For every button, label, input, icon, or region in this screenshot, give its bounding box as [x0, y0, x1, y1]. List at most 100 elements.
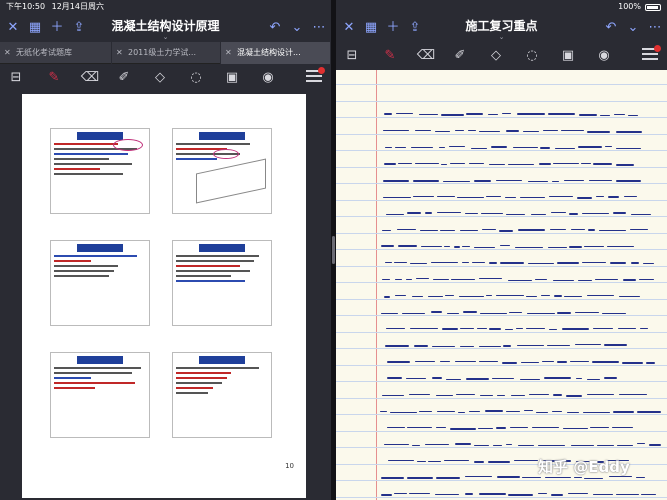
handwriting-stroke [478, 493, 507, 495]
shapes-icon[interactable]: ◇ [486, 46, 506, 66]
close-icon[interactable]: ✕ [4, 42, 11, 64]
handwriting-stroke [523, 131, 539, 133]
split-drag-handle[interactable] [332, 236, 335, 264]
handwriting-stroke [478, 360, 499, 363]
menu-icon[interactable] [642, 45, 661, 62]
handwriting-stroke [457, 411, 465, 413]
image-icon[interactable]: ▣ [558, 46, 578, 66]
menu-icon[interactable] [306, 67, 325, 84]
handwriting-stroke [468, 411, 480, 413]
handwriting-stroke [645, 362, 655, 364]
handwriting-stroke [505, 443, 513, 445]
handwriting-stroke [542, 360, 555, 363]
handwriting-stroke [593, 163, 613, 165]
handwriting-stroke [612, 426, 634, 429]
handwriting-stroke [495, 180, 523, 182]
reading-mode-icon[interactable]: ⊟ [342, 46, 362, 66]
pen-icon[interactable]: ✎ [44, 68, 64, 88]
image-icon[interactable]: ▣ [222, 68, 242, 88]
slide-title-bar [199, 132, 245, 140]
handwriting-stroke [427, 460, 442, 463]
handwriting-stroke [615, 164, 634, 166]
eraser-icon[interactable]: ⌫ [80, 68, 100, 88]
handwriting-stroke [473, 180, 491, 182]
camera-icon[interactable]: ◉ [258, 68, 278, 88]
handwriting-stroke [505, 213, 526, 216]
highlighter-icon[interactable]: ✐ [450, 46, 470, 66]
handwriting-stroke [604, 146, 613, 148]
handwriting-stroke [615, 131, 642, 133]
handwriting-stroke [557, 312, 572, 314]
ruled-line [336, 117, 667, 118]
handwriting-stroke [431, 311, 443, 313]
handwriting-stroke [545, 476, 571, 479]
ruled-line [336, 199, 667, 201]
handwriting-stroke [586, 131, 610, 133]
highlighter-icon[interactable]: ✐ [114, 68, 134, 88]
handwriting-stroke [552, 394, 563, 396]
handwriting-stroke [517, 444, 535, 446]
left-toolbar: ⊟ ✎ ⌫ ✐ ◇ ◌ ▣ ◉ [0, 64, 331, 92]
undo-icon[interactable]: ↶ [602, 19, 620, 37]
handwriting-stroke [380, 410, 387, 413]
handwriting-stroke [540, 147, 550, 149]
handwriting-stroke [553, 295, 562, 297]
handwriting-stroke [592, 327, 613, 330]
handwriting-stroke [414, 129, 432, 132]
lasso-icon[interactable]: ◌ [186, 68, 206, 88]
handwriting-stroke [381, 477, 404, 479]
camera-icon[interactable]: ◉ [594, 46, 614, 66]
handwriting-stroke [436, 212, 462, 214]
shapes-icon[interactable]: ◇ [150, 68, 170, 88]
ruled-line [336, 232, 667, 234]
handwriting-stroke [586, 378, 601, 381]
ruled-line [336, 133, 667, 135]
ruled-line [336, 298, 667, 300]
chevron-down-icon[interactable]: ⌄ [288, 19, 306, 37]
handwritten-notes-page[interactable]: 知乎 @Eddy [336, 70, 667, 500]
handwriting-stroke [496, 427, 506, 429]
reading-mode-icon[interactable]: ⊟ [6, 68, 26, 88]
tab-exam-bank[interactable]: ✕ 无纸化考试题库 [0, 42, 112, 64]
handwriting-stroke [496, 395, 505, 397]
lasso-icon[interactable]: ◌ [522, 46, 542, 66]
pen-icon[interactable]: ✎ [380, 46, 400, 66]
ellipsis-icon[interactable]: ⋯ [310, 19, 328, 37]
handwriting-stroke [380, 494, 392, 496]
handwriting-stroke [459, 229, 478, 231]
pdf-page[interactable]: 10 [22, 94, 306, 498]
chevron-down-icon[interactable]: ⌄ [624, 19, 642, 37]
handwriting-stroke [548, 328, 557, 330]
handwriting-stroke [508, 279, 532, 282]
ruled-line [336, 166, 667, 168]
slide-thumbnail [172, 128, 272, 214]
tab-concrete-design[interactable]: ✕ 混凝土结构设计... [221, 42, 331, 64]
handwriting-stroke [550, 228, 566, 230]
close-icon[interactable]: ✕ [116, 42, 123, 64]
handwriting-stroke [505, 196, 517, 199]
tab-soil-mechanics[interactable]: ✕ 2011级土力学试... [112, 42, 221, 64]
eraser-icon[interactable]: ⌫ [416, 46, 436, 66]
handwriting-stroke [582, 212, 610, 214]
handwriting-stroke [616, 444, 633, 447]
ruled-line [336, 265, 667, 267]
handwriting-stroke [382, 229, 392, 232]
handwriting-stroke [478, 427, 494, 429]
handwriting-stroke [534, 278, 548, 281]
ellipsis-icon[interactable]: ⋯ [646, 19, 664, 37]
ruled-line [336, 381, 667, 382]
handwriting-stroke [435, 131, 451, 133]
handwriting-stroke [443, 459, 470, 461]
close-icon[interactable]: ✕ [225, 42, 232, 64]
handwriting-stroke [616, 147, 641, 149]
handwriting-stroke [410, 262, 428, 264]
handwriting-stroke [435, 395, 453, 397]
handwriting-stroke [465, 476, 493, 478]
handwriting-stroke [604, 377, 617, 379]
undo-icon[interactable]: ↶ [266, 19, 284, 37]
handwriting-stroke [504, 328, 514, 331]
handwriting-stroke [502, 345, 511, 347]
handwriting-stroke [414, 360, 436, 362]
handwriting-stroke [568, 246, 582, 248]
handwriting-stroke [552, 410, 562, 413]
